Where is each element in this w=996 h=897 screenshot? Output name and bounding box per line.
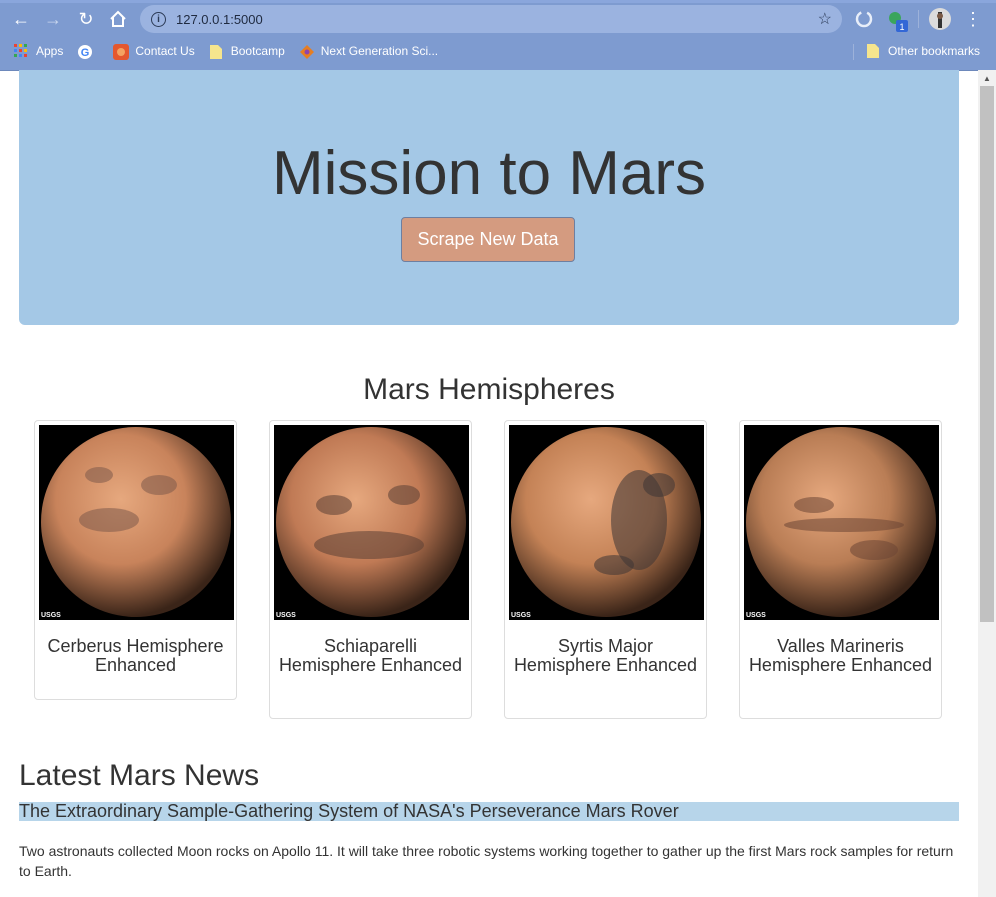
- profile-avatar[interactable]: [929, 8, 951, 30]
- bookmark-label: Bootcamp: [230, 44, 285, 58]
- toolbar-divider: [918, 10, 919, 28]
- surface-feature: [314, 531, 424, 559]
- surface-feature: [388, 485, 420, 505]
- tab-strip-edge: [0, 0, 996, 3]
- bookmark-bootcamp[interactable]: Bootcamp: [209, 40, 285, 62]
- extension-sync-icon[interactable]: [854, 9, 874, 29]
- site-info-icon[interactable]: i: [151, 11, 166, 27]
- usgs-logo: USGS: [511, 612, 531, 619]
- planet-disc: [276, 427, 466, 617]
- jumbotron: Mission to Mars Scrape New Data: [19, 70, 959, 325]
- svg-text:G: G: [81, 47, 90, 59]
- bookmark-apps[interactable]: Apps: [14, 40, 63, 62]
- hemispheres-heading: Mars Hemispheres: [363, 373, 615, 406]
- other-bookmarks[interactable]: Other bookmarks: [866, 38, 980, 64]
- extension-badge-count: 1: [899, 22, 904, 32]
- surface-feature: [784, 518, 904, 532]
- surface-feature: [85, 467, 113, 483]
- page-title: Mission to Mars: [271, 139, 707, 208]
- google-icon: G: [77, 44, 93, 59]
- hemisphere-image: USGS: [744, 425, 939, 620]
- hemisphere-card: USGS Schiaparelli Hemisphere Enhanced: [269, 420, 472, 719]
- bookmark-contact-us[interactable]: Contact Us: [113, 40, 195, 62]
- bookmarks-divider: [853, 44, 854, 60]
- surface-feature: [79, 508, 139, 532]
- surface-feature: [141, 475, 177, 495]
- bookmark-star-icon[interactable]: ☆: [818, 9, 832, 29]
- surface-feature: [316, 495, 352, 515]
- folder-icon: [209, 44, 223, 59]
- browser-menu-icon[interactable]: ⋮: [963, 9, 983, 29]
- back-arrow-icon[interactable]: ←: [11, 9, 31, 29]
- hemisphere-image: USGS: [509, 425, 704, 620]
- hemisphere-title: Schiaparelli Hemisphere Enhanced: [278, 636, 463, 675]
- usgs-logo: USGS: [276, 612, 296, 619]
- address-bar[interactable]: i 127.0.0.1:5000 ☆: [140, 5, 842, 33]
- scrape-new-data-button[interactable]: Scrape New Data: [401, 217, 575, 262]
- news-heading: Latest Mars News: [19, 759, 260, 792]
- bookmark-next-generation-science[interactable]: Next Generation Sci...: [299, 40, 438, 62]
- hemisphere-title: Valles Marineris Hemisphere Enhanced: [748, 636, 933, 675]
- browser-chrome: ← → ↻ i 127.0.0.1:5000 ☆ 1 ⋮ Apps G Cont…: [0, 0, 996, 71]
- other-bookmarks-label: Other bookmarks: [888, 44, 981, 58]
- scrollbar-thumb[interactable]: [980, 86, 994, 622]
- apps-grid-icon: [14, 44, 28, 58]
- folder-icon: [866, 43, 880, 59]
- reload-icon[interactable]: ↻: [76, 9, 96, 29]
- news-headline: The Extraordinary Sample-Gathering Syste…: [19, 802, 959, 821]
- bookmark-label: Contact Us: [135, 44, 195, 58]
- address-url: 127.0.0.1:5000: [176, 11, 263, 27]
- surface-feature: [794, 497, 834, 513]
- hemisphere-card: USGS Valles Marineris Hemisphere Enhance…: [739, 420, 942, 719]
- contact-us-icon: [113, 44, 130, 60]
- extension-badge-icon[interactable]: 1: [886, 9, 908, 32]
- hemisphere-image: USGS: [274, 425, 469, 620]
- hemisphere-card: USGS Syrtis Major Hemisphere Enhanced: [504, 420, 707, 719]
- scroll-up-arrow-icon[interactable]: ▲: [978, 72, 996, 86]
- bookmarks-bar: Apps G Contact Us Bootcamp Next Generati…: [0, 38, 996, 64]
- usgs-logo: USGS: [41, 612, 61, 619]
- surface-feature: [643, 473, 675, 497]
- forward-arrow-icon[interactable]: →: [43, 9, 63, 29]
- hemisphere-title: Cerberus Hemisphere Enhanced: [47, 636, 224, 675]
- bookmark-google[interactable]: G: [77, 40, 99, 62]
- hemisphere-card: USGS Cerberus Hemisphere Enhanced: [34, 420, 237, 700]
- planet-disc: [511, 427, 701, 617]
- ngss-icon: [299, 44, 314, 59]
- usgs-logo: USGS: [746, 612, 766, 619]
- hemisphere-title: Syrtis Major Hemisphere Enhanced: [513, 636, 698, 675]
- surface-feature: [850, 540, 898, 560]
- news-paragraph: Two astronauts collected Moon rocks on A…: [19, 843, 954, 879]
- hemisphere-image: USGS: [39, 425, 234, 620]
- bookmark-label: Next Generation Sci...: [320, 44, 439, 58]
- bookmark-label: Apps: [36, 44, 64, 58]
- home-icon[interactable]: [108, 9, 128, 29]
- surface-feature: [594, 555, 634, 575]
